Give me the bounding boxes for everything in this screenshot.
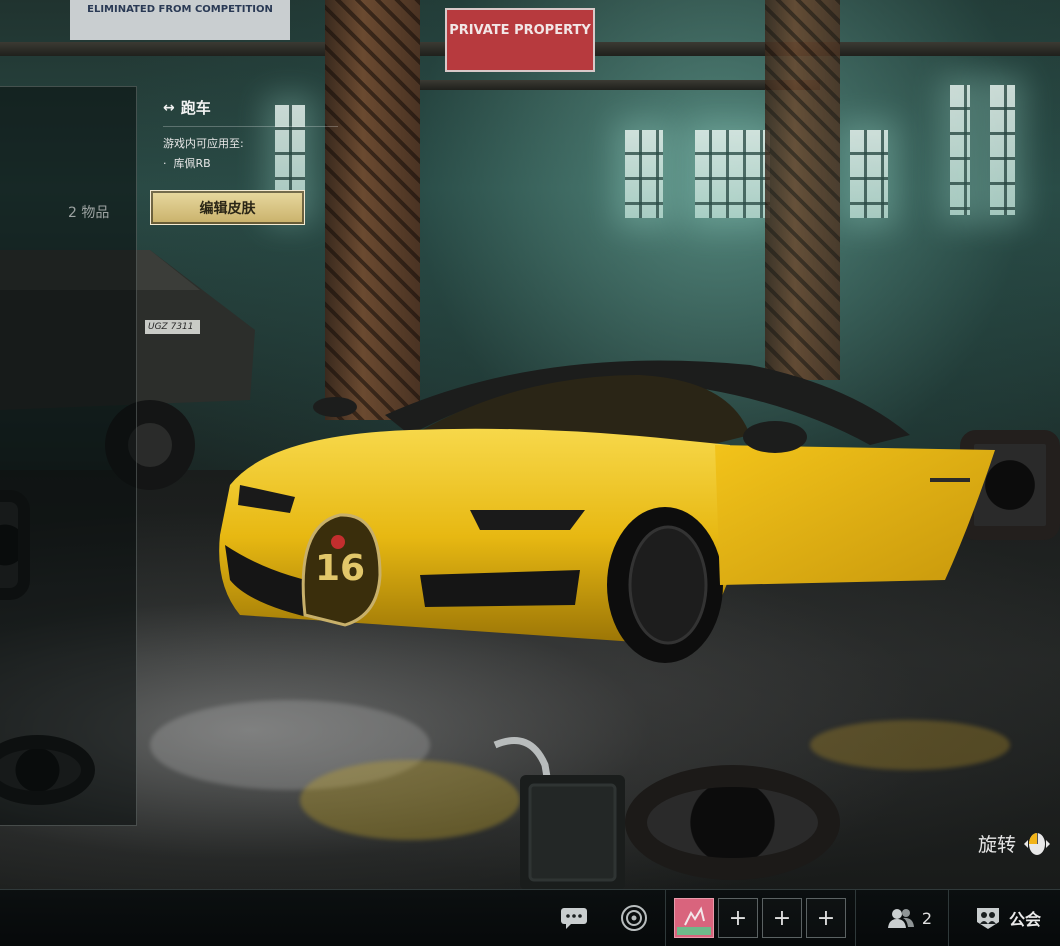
squad-slot[interactable]: + — [718, 898, 758, 938]
applicable-item: · 库佩RB — [163, 155, 338, 171]
applicable-label: 游戏内可应用至: — [163, 137, 244, 150]
friends-button[interactable]: 2 — [870, 898, 950, 938]
garage-window — [950, 85, 970, 215]
car-badge: 16 — [315, 548, 366, 589]
mouse-rotate-icon — [1024, 833, 1050, 855]
divider — [665, 890, 666, 946]
vehicle-info: ↔ 跑车 游戏内可应用至: · 库佩RB — [163, 97, 338, 171]
squad-slot[interactable]: + — [806, 898, 846, 938]
squad-slot[interactable]: + — [762, 898, 802, 938]
steel-pillar — [765, 0, 840, 380]
truck-plate: UGZ 7311 — [148, 322, 194, 332]
chat-button[interactable] — [555, 898, 593, 938]
friends-icon — [887, 909, 914, 928]
garage-window — [990, 85, 1015, 215]
garage-window — [850, 130, 888, 218]
yellow-sports-car — [219, 360, 995, 663]
fuel-can — [493, 737, 625, 890]
garage-scene: ELIMINATED FROM COMPETITION PRIVATE PROP… — [0, 0, 1060, 945]
floor-puddle — [810, 720, 1010, 770]
guild-label: 公会 — [1008, 910, 1041, 929]
rotate-label: 旋转 — [977, 833, 1016, 856]
item-count: 2 物品 — [68, 205, 110, 221]
friends-count: 2 — [921, 908, 933, 928]
divider — [163, 126, 338, 127]
add-member-icon: + — [728, 905, 748, 931]
vehicle-category: ↔ 跑车 — [163, 97, 338, 118]
add-member-icon: + — [772, 905, 792, 931]
divider — [948, 890, 949, 946]
guild-icon — [976, 908, 999, 929]
tire — [625, 765, 840, 880]
player-avatar[interactable] — [674, 898, 714, 938]
inventory-panel — [0, 86, 137, 826]
garage-window — [625, 130, 663, 218]
rotate-control[interactable]: 旋转 — [978, 828, 1052, 858]
avatar-graffiti-icon — [677, 906, 711, 935]
wall-sign: ELIMINATED FROM COMPETITION — [70, 0, 290, 40]
add-member-icon: + — [816, 905, 836, 931]
applicable-item-label: 库佩RB — [173, 157, 211, 170]
radar-button[interactable] — [615, 898, 653, 938]
bullet-icon: · — [163, 157, 170, 170]
floor-puddle — [300, 760, 520, 840]
chat-icon — [561, 908, 587, 929]
guild-button[interactable]: 公会 — [962, 898, 1054, 938]
garage-window — [695, 130, 770, 218]
edit-skin-button[interactable]: 编辑皮肤 — [150, 190, 305, 225]
wall-sign-text: ELIMINATED FROM COMPETITION — [87, 4, 273, 15]
vehicle-category-label: 跑车 — [180, 99, 211, 117]
swap-arrows-icon: ↔ — [163, 99, 175, 116]
edit-skin-label: 编辑皮肤 — [199, 200, 256, 217]
divider — [855, 890, 856, 946]
ceiling-girder — [420, 80, 820, 90]
private-property-sign-text: PRIVATE PROPERTY — [449, 23, 591, 38]
radar-icon — [621, 905, 647, 931]
bottom-bar: + + + 2 公会 — [0, 889, 1060, 946]
private-property-sign: PRIVATE PROPERTY — [445, 8, 595, 72]
